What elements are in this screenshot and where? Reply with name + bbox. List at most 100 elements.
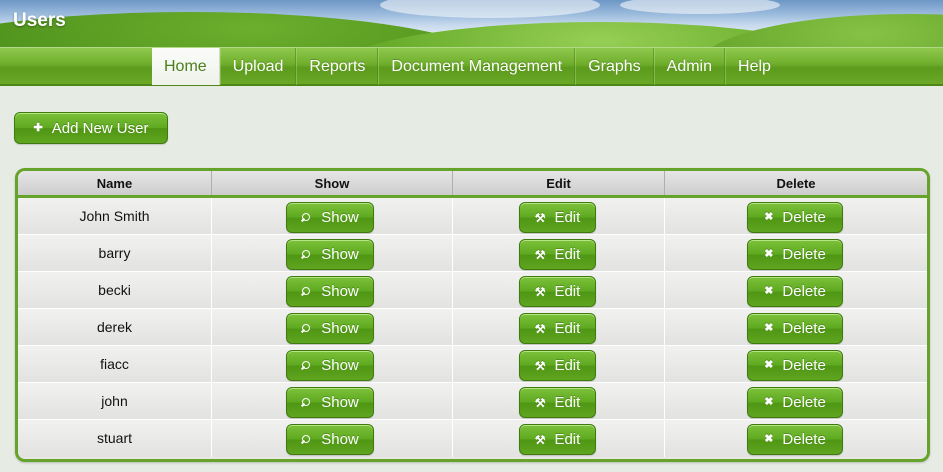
magnifier-icon	[301, 435, 311, 444]
show-cell: Show	[212, 346, 453, 383]
show-button[interactable]: Show	[286, 202, 374, 233]
delete-button[interactable]: ✖ Delete	[747, 424, 843, 455]
column-header-delete: Delete	[776, 176, 816, 191]
delete-button[interactable]: ✖ Delete	[747, 276, 843, 307]
user-name-cell: fiacc	[18, 346, 212, 383]
user-name-cell: derek	[18, 309, 212, 346]
table-row: stuart Show ⚒ Edit ✖ Delete	[18, 420, 927, 457]
magnifier-icon	[301, 250, 311, 259]
table-row: becki Show ⚒ Edit ✖ Delete	[18, 272, 927, 309]
nav-item-admin[interactable]: Admin	[653, 48, 726, 85]
delete-cell: ✖ Delete	[665, 272, 927, 309]
x-icon: ✖	[764, 396, 774, 408]
edit-label: Edit	[554, 320, 581, 337]
delete-cell: ✖ Delete	[665, 309, 927, 346]
edit-cell: ⚒ Edit	[453, 346, 665, 383]
show-button[interactable]: Show	[286, 276, 374, 307]
nav-item-document-management[interactable]: Document Management	[378, 48, 576, 85]
show-button[interactable]: Show	[286, 313, 374, 344]
magnifier-icon	[301, 213, 311, 222]
delete-cell: ✖ Delete	[665, 420, 927, 457]
nav-item-help[interactable]: Help	[725, 48, 783, 85]
delete-label: Delete	[782, 209, 826, 226]
edit-button[interactable]: ⚒ Edit	[519, 313, 596, 344]
show-cell: Show	[212, 198, 453, 235]
edit-button[interactable]: ⚒ Edit	[519, 387, 596, 418]
delete-button[interactable]: ✖ Delete	[747, 313, 843, 344]
edit-cell: ⚒ Edit	[453, 272, 665, 309]
show-button[interactable]: Show	[286, 424, 374, 455]
user-name-cell: John Smith	[18, 198, 212, 235]
delete-label: Delete	[782, 283, 826, 300]
show-label: Show	[321, 246, 359, 263]
wrench-icon: ⚒	[534, 247, 546, 262]
delete-label: Delete	[782, 246, 826, 263]
x-icon: ✖	[764, 433, 774, 445]
nav-item-upload[interactable]: Upload	[219, 48, 297, 85]
edit-button[interactable]: ⚒ Edit	[519, 424, 596, 455]
show-label: Show	[321, 431, 359, 448]
show-label: Show	[321, 209, 359, 226]
column-header-show: Show	[212, 171, 453, 195]
table-header: Name Show Edit Delete	[18, 171, 927, 198]
wrench-icon: ⚒	[534, 358, 546, 373]
edit-label: Edit	[554, 283, 581, 300]
show-button[interactable]: Show	[286, 387, 374, 418]
show-label: Show	[321, 357, 359, 374]
table-row: derek Show ⚒ Edit ✖ Delete	[18, 309, 927, 346]
edit-button[interactable]: ⚒ Edit	[519, 350, 596, 381]
show-button[interactable]: Show	[286, 239, 374, 270]
nav-item-graphs[interactable]: Graphs	[575, 48, 654, 85]
edit-cell: ⚒ Edit	[453, 235, 665, 272]
show-cell: Show	[212, 235, 453, 272]
column-header-edit: Edit	[453, 171, 665, 195]
delete-button[interactable]: ✖ Delete	[747, 202, 843, 233]
show-cell: Show	[212, 420, 453, 457]
edit-cell: ⚒ Edit	[453, 198, 665, 235]
show-button[interactable]: Show	[286, 350, 374, 381]
header-banner: Users	[0, 0, 943, 47]
show-cell: Show	[212, 309, 453, 346]
wrench-icon: ⚒	[534, 210, 546, 225]
magnifier-icon	[301, 398, 311, 407]
show-label: Show	[321, 283, 359, 300]
table-row: john Show ⚒ Edit ✖ Delete	[18, 383, 927, 420]
delete-button[interactable]: ✖ Delete	[747, 350, 843, 381]
user-name-cell: stuart	[18, 420, 212, 457]
magnifier-icon	[301, 324, 311, 333]
delete-cell: ✖ Delete	[665, 346, 927, 383]
table-body: John Smith Show ⚒ Edit ✖ Delete barry Sh…	[18, 198, 927, 457]
show-cell: Show	[212, 272, 453, 309]
nav-menu: Home Upload Reports Document Management …	[152, 48, 783, 85]
edit-button[interactable]: ⚒ Edit	[519, 202, 596, 233]
wrench-icon: ⚒	[534, 395, 546, 410]
edit-label: Edit	[554, 209, 581, 226]
delete-label: Delete	[782, 394, 826, 411]
edit-label: Edit	[554, 357, 581, 374]
main-navbar: Home Upload Reports Document Management …	[0, 47, 943, 86]
delete-cell: ✖ Delete	[665, 198, 927, 235]
edit-label: Edit	[554, 394, 581, 411]
show-label: Show	[321, 320, 359, 337]
wrench-icon: ⚒	[534, 321, 546, 336]
table-row: John Smith Show ⚒ Edit ✖ Delete	[18, 198, 927, 235]
show-cell: Show	[212, 383, 453, 420]
edit-button[interactable]: ⚒ Edit	[519, 239, 596, 270]
delete-button[interactable]: ✖ Delete	[747, 387, 843, 418]
wrench-icon: ⚒	[534, 432, 546, 447]
column-header-name: Name	[18, 171, 212, 195]
user-name-cell: barry	[18, 235, 212, 272]
nav-item-reports[interactable]: Reports	[296, 48, 379, 85]
x-icon: ✖	[764, 285, 774, 297]
table-row: fiacc Show ⚒ Edit ✖ Delete	[18, 346, 927, 383]
add-new-user-button[interactable]: ✚ Add New User	[14, 112, 168, 144]
nav-item-home[interactable]: Home	[152, 48, 220, 85]
edit-label: Edit	[554, 431, 581, 448]
users-table: Name Show Edit Delete John Smith Show ⚒ …	[15, 168, 930, 462]
edit-button[interactable]: ⚒ Edit	[519, 276, 596, 307]
delete-button[interactable]: ✖ Delete	[747, 239, 843, 270]
edit-label: Edit	[554, 246, 581, 263]
edit-cell: ⚒ Edit	[453, 309, 665, 346]
plus-icon: ✚	[33, 121, 43, 134]
user-name-cell: becki	[18, 272, 212, 309]
